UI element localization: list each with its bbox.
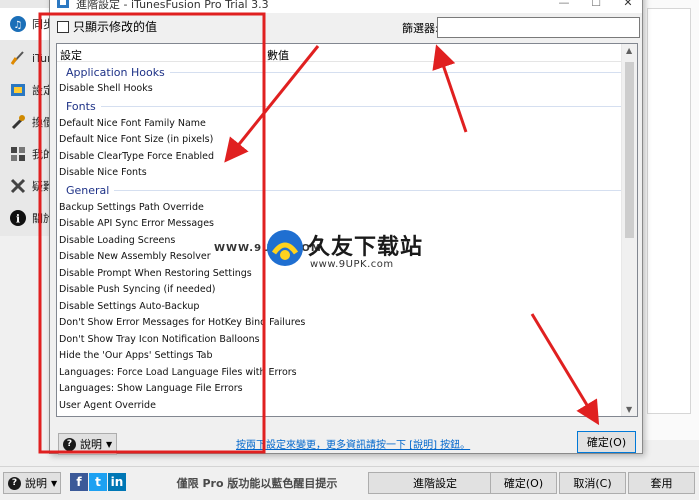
group-header-general: General bbox=[57, 182, 623, 200]
setting-row[interactable]: Disable New Assembly Resolver bbox=[57, 249, 623, 266]
main-content-area bbox=[640, 0, 699, 440]
sync-icon: ♫ bbox=[9, 15, 27, 33]
column-divider[interactable] bbox=[263, 44, 264, 62]
linkedin-icon[interactable]: in bbox=[108, 473, 126, 491]
maximize-button[interactable]: ☐ bbox=[588, 0, 604, 9]
setting-row[interactable]: Disable API Sync Error Messages bbox=[57, 216, 623, 233]
filter-label: 篩選器: bbox=[402, 22, 439, 35]
setting-row[interactable]: Disable Loading Screens bbox=[57, 233, 623, 250]
svg-text:i: i bbox=[16, 213, 20, 226]
setting-row[interactable]: Disable ClearType Force Enabled bbox=[57, 149, 623, 166]
sidebar-item-plugins[interactable]: 我的 bbox=[0, 138, 52, 170]
group-divider bbox=[169, 71, 623, 73]
facebook-icon[interactable]: f bbox=[70, 473, 88, 491]
dialog-titlebar[interactable]: 進階設定 - iTunesFusion Pro Trial 3.3 — ☐ ✕ bbox=[50, 0, 642, 13]
show-modified-checkbox[interactable]: 只顯示修改的值 bbox=[57, 18, 157, 35]
setting-row[interactable]: Languages: Force Load Language Files wit… bbox=[57, 365, 623, 382]
advanced-settings-dialog: 進階設定 - iTunesFusion Pro Trial 3.3 — ☐ ✕ … bbox=[49, 0, 643, 455]
info-icon: i bbox=[9, 209, 27, 227]
filter-input[interactable] bbox=[437, 17, 640, 38]
dialog-ok-button[interactable]: 確定(O) bbox=[577, 431, 636, 453]
twitter-icon[interactable]: t bbox=[89, 473, 107, 491]
setting-row[interactable]: Hide the 'Our Apps' Settings Tab bbox=[57, 348, 623, 365]
close-button[interactable]: ✕ bbox=[620, 0, 636, 9]
list-rows: Application Hooks Disable Shell Hooks Fo… bbox=[57, 63, 623, 414]
plugins-icon bbox=[9, 145, 27, 163]
setting-row[interactable]: User Agent Override bbox=[57, 398, 623, 415]
group-header-label: Fonts bbox=[66, 100, 96, 113]
column-header-setting[interactable]: 設定 bbox=[60, 47, 82, 63]
advanced-settings-button[interactable]: 進階設定 bbox=[368, 472, 502, 494]
settings-list[interactable]: 設定 數值 Application Hooks Disable Shell Ho… bbox=[56, 43, 638, 417]
show-modified-label: 只顯示修改的值 bbox=[73, 20, 158, 34]
main-content-panel bbox=[647, 8, 691, 414]
minimize-button[interactable]: — bbox=[556, 0, 572, 9]
setting-row[interactable]: Backup Settings Path Override bbox=[57, 200, 623, 217]
column-header-value[interactable]: 數值 bbox=[267, 47, 289, 63]
checkbox-box[interactable] bbox=[57, 20, 69, 33]
sidebar-item-about[interactable]: i 關於 bbox=[0, 202, 52, 234]
setting-row[interactable]: Disable Push Syncing (if needed) bbox=[57, 282, 623, 299]
sidebar-item-itunes[interactable]: iTun bbox=[0, 42, 52, 74]
svg-text:♫: ♫ bbox=[14, 20, 23, 31]
setting-row[interactable]: Languages: Show Language File Errors bbox=[57, 381, 623, 398]
help-icon: ? bbox=[63, 437, 76, 451]
main-ok-button[interactable]: 確定(O) bbox=[490, 472, 557, 494]
dialog-help-button[interactable]: ? 說明 ▼ bbox=[58, 433, 117, 455]
setting-row[interactable]: Don't Show Tray Icon Notification Balloo… bbox=[57, 332, 623, 349]
main-sidebar: ♫ 同步 iTun 設定 換價 我的 疑難 i 關於 bbox=[0, 0, 52, 236]
pro-notice-text: 僅限 Pro 版功能以藍色醒目提示 bbox=[176, 477, 338, 490]
dialog-title: 進階設定 - iTunesFusion Pro Trial 3.3 bbox=[76, 0, 269, 11]
main-help-button[interactable]: ? 說明 ▼ bbox=[3, 472, 61, 494]
main-cancel-button[interactable]: 取消(C) bbox=[559, 472, 626, 494]
group-header-application-hooks: Application Hooks bbox=[57, 63, 623, 81]
scroll-up-icon[interactable]: ▲ bbox=[626, 46, 632, 55]
group-header-fonts: Fonts bbox=[57, 98, 623, 116]
setting-row[interactable]: Default Nice Font Size (in pixels) bbox=[57, 132, 623, 149]
sidebar-item-sync[interactable]: ♫ 同步 bbox=[0, 8, 52, 40]
sidebar-item-troubleshoot[interactable]: 疑難 bbox=[0, 170, 52, 202]
group-header-label: Application Hooks bbox=[66, 65, 165, 79]
setting-row[interactable]: Disable Nice Fonts bbox=[57, 165, 623, 182]
setting-row[interactable]: Disable Shell Hooks bbox=[57, 81, 623, 98]
group-divider bbox=[100, 106, 623, 107]
sidebar-item-tools[interactable]: 換價 bbox=[0, 106, 52, 138]
settings-icon bbox=[9, 81, 27, 99]
tools-icon bbox=[9, 113, 27, 131]
itunes-icon bbox=[9, 49, 27, 67]
list-header: 設定 數值 bbox=[57, 44, 623, 62]
main-apply-button[interactable]: 套用 bbox=[628, 472, 695, 494]
scroll-thumb[interactable] bbox=[625, 62, 634, 238]
dialog-help-label: 說明 bbox=[80, 438, 102, 451]
list-scrollbar[interactable]: ▲ ▼ bbox=[621, 44, 637, 416]
setting-row[interactable]: Default Nice Font Family Name bbox=[57, 116, 623, 133]
chevron-down-icon: ▼ bbox=[51, 478, 58, 488]
setting-row[interactable]: Disable Settings Auto-Backup bbox=[57, 299, 623, 316]
sidebar-item-settings[interactable]: 設定 bbox=[0, 74, 52, 106]
group-header-label: General bbox=[66, 184, 110, 197]
help-icon: ? bbox=[8, 476, 21, 490]
scroll-down-icon[interactable]: ▼ bbox=[626, 405, 632, 414]
setting-row[interactable]: Don't Show Error Messages for HotKey Bin… bbox=[57, 315, 623, 332]
chevron-down-icon: ▼ bbox=[106, 439, 113, 449]
help-hint-link[interactable]: 按兩下設定來變更，更多資訊請按一下 [說明] 按鈕。 bbox=[236, 436, 470, 451]
troubleshoot-icon bbox=[9, 177, 27, 195]
main-help-label: 說明 bbox=[25, 477, 47, 490]
app-icon bbox=[56, 0, 70, 9]
group-divider bbox=[114, 190, 623, 191]
main-bottom-bar: ? 說明 ▼ f t in 僅限 Pro 版功能以藍色醒目提示 進階設定 確定(… bbox=[0, 466, 699, 500]
setting-row[interactable]: Disable Prompt When Restoring Settings bbox=[57, 266, 623, 283]
